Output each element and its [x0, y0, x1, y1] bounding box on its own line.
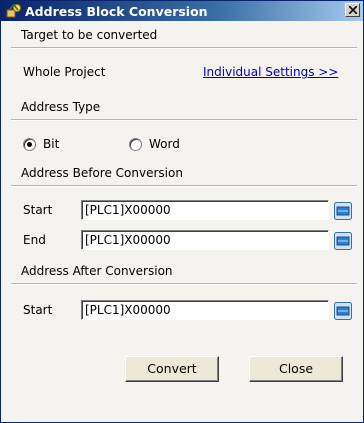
app-icon — [6, 3, 21, 18]
before-end-label: End — [23, 233, 46, 247]
address-picker-icon[interactable] — [333, 301, 353, 321]
window-title: Address Block Conversion — [25, 4, 208, 19]
word-radio-label: Word — [149, 137, 180, 151]
before-start-label: Start — [23, 203, 53, 217]
word-radio[interactable]: Word — [129, 137, 199, 153]
before-conversion-section-header: Address Before Conversion — [11, 163, 357, 186]
address-picker-icon[interactable] — [333, 231, 353, 251]
after-conversion-section-header: Address After Conversion — [11, 261, 357, 284]
address-block-conversion-dialog: Address Block Conversion Target to be co… — [0, 0, 364, 423]
target-section-title: Target to be converted — [21, 28, 158, 42]
target-section-header: Target to be converted — [11, 25, 357, 48]
after-conversion-section-title: Address After Conversion — [21, 264, 173, 278]
address-type-section-header: Address Type — [11, 97, 357, 120]
convert-button[interactable]: Convert — [125, 356, 219, 382]
before-end-address-field[interactable]: [PLC1]X00000 — [81, 230, 329, 250]
dialog-body: Target to be converted Whole Project Ind… — [1, 21, 363, 422]
after-start-label: Start — [23, 303, 53, 317]
word-radio-indicator — [129, 138, 142, 151]
after-start-address-field[interactable]: [PLC1]X00000 — [81, 300, 329, 320]
close-button[interactable]: Close — [249, 356, 343, 382]
whole-project-label: Whole Project — [23, 65, 106, 79]
bit-radio-indicator — [23, 138, 36, 151]
address-picker-icon[interactable] — [333, 201, 353, 221]
address-type-section-title: Address Type — [21, 100, 101, 114]
bit-radio-label: Bit — [43, 137, 60, 151]
individual-settings-link[interactable]: Individual Settings >> — [203, 65, 338, 79]
bit-radio[interactable]: Bit — [23, 137, 83, 153]
title-bar[interactable]: Address Block Conversion — [1, 1, 363, 21]
close-icon — [349, 6, 357, 14]
before-conversion-section-title: Address Before Conversion — [21, 166, 183, 180]
before-start-address-field[interactable]: [PLC1]X00000 — [81, 200, 329, 220]
close-window-button[interactable] — [345, 3, 360, 17]
